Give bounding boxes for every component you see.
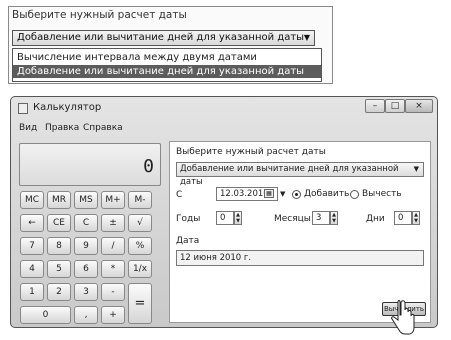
key-divide[interactable]: / bbox=[101, 237, 125, 255]
date-label: Дата bbox=[176, 236, 200, 246]
key-multiply[interactable]: * bbox=[101, 260, 125, 278]
key-plus[interactable]: + bbox=[101, 306, 125, 324]
years-spinner[interactable]: ▲ ▼ bbox=[234, 211, 242, 225]
key-backspace[interactable]: ← bbox=[20, 214, 44, 232]
key-m-minus[interactable]: M- bbox=[128, 191, 152, 209]
result-date-value: 12 июня 2010 г. bbox=[180, 253, 252, 263]
days-label: Дни bbox=[366, 214, 385, 224]
years-label: Годы bbox=[176, 214, 201, 224]
close-button[interactable]: × bbox=[405, 99, 433, 113]
key-0[interactable]: 0 bbox=[20, 306, 71, 324]
key-5[interactable]: 5 bbox=[47, 260, 71, 278]
key-percent[interactable]: % bbox=[128, 237, 152, 255]
calendar-icon[interactable]: ▦ bbox=[264, 189, 274, 198]
key-m-plus[interactable]: M+ bbox=[101, 191, 125, 209]
zoom-option-add-subtract[interactable]: Добавление или вычитание дней для указан… bbox=[13, 65, 321, 78]
subtract-radio[interactable] bbox=[350, 190, 359, 199]
key-7[interactable]: 7 bbox=[20, 237, 44, 255]
key-equals[interactable]: = bbox=[128, 283, 152, 324]
calc-type-value: Добавление или вычитание дней для указан… bbox=[180, 164, 399, 187]
zoom-options-list: Вычисление интервала между двумя датами … bbox=[12, 48, 322, 82]
display-value: 0 bbox=[143, 156, 154, 177]
calc-type-select[interactable]: Добавление или вычитание дней для указан… bbox=[176, 162, 424, 187]
zoom-calc-type-label: Выберите нужный расчет даты bbox=[12, 9, 187, 21]
menu-edit[interactable]: Правка bbox=[45, 123, 79, 133]
days-input[interactable]: 0 bbox=[394, 211, 412, 225]
key-plus-minus[interactable]: ± bbox=[101, 214, 125, 232]
zoom-selected-value: Добавление или вычитание дней для указан… bbox=[17, 32, 305, 43]
key-4[interactable]: 4 bbox=[20, 260, 44, 278]
subtract-radio-label: Вычесть bbox=[362, 189, 402, 199]
minimize-button[interactable]: – bbox=[365, 99, 385, 113]
calculator-display: 0 bbox=[19, 143, 161, 186]
menu-bar: Вид Правка Справка bbox=[15, 123, 433, 137]
chevron-down-icon: ▼ bbox=[303, 33, 310, 42]
chevron-down-icon: ▼ bbox=[413, 165, 419, 173]
from-label: С bbox=[176, 190, 183, 200]
key-1[interactable]: 1 bbox=[20, 283, 44, 301]
calc-type-label: Выберите нужный расчет даты bbox=[176, 147, 326, 157]
key-minus[interactable]: - bbox=[101, 283, 125, 301]
key-sqrt[interactable]: √ bbox=[128, 214, 152, 232]
key-8[interactable]: 8 bbox=[47, 237, 71, 255]
from-date-value: 12.03.2010 bbox=[220, 189, 269, 199]
date-dropdown-arrow-icon[interactable]: ▼ bbox=[280, 190, 285, 198]
key-ce[interactable]: CE bbox=[47, 214, 71, 232]
menu-help[interactable]: Справка bbox=[83, 123, 123, 133]
key-6[interactable]: 6 bbox=[74, 260, 98, 278]
key-mr[interactable]: MR bbox=[47, 191, 71, 209]
days-value: 0 bbox=[398, 213, 404, 223]
mouse-cursor-icon bbox=[391, 300, 415, 335]
key-reciprocal[interactable]: 1/x bbox=[128, 260, 152, 278]
zoom-option-interval[interactable]: Вычисление интервала между двумя датами bbox=[13, 51, 321, 64]
zoom-calc-type-select[interactable]: Добавление или вычитание дней для указан… bbox=[12, 30, 315, 46]
key-decimal[interactable]: , bbox=[74, 306, 98, 324]
months-label: Месяцы bbox=[274, 214, 311, 224]
key-3[interactable]: 3 bbox=[74, 283, 98, 301]
calculator-window: Калькулятор – □ × Вид Правка Справка 0 В… bbox=[10, 96, 438, 328]
maximize-button[interactable]: □ bbox=[385, 99, 405, 113]
months-input[interactable]: 3 bbox=[312, 211, 330, 225]
result-date-field: 12 июня 2010 г. bbox=[176, 250, 424, 266]
days-spinner[interactable]: ▲ ▼ bbox=[412, 211, 420, 225]
months-value: 3 bbox=[316, 213, 322, 223]
window-title: Калькулятор bbox=[33, 102, 102, 113]
years-input[interactable]: 0 bbox=[216, 211, 234, 225]
key-mc[interactable]: MC bbox=[20, 191, 44, 209]
calculator-app-icon bbox=[18, 103, 28, 114]
key-c[interactable]: C bbox=[74, 214, 98, 232]
months-spinner[interactable]: ▲ ▼ bbox=[330, 211, 338, 225]
add-radio[interactable] bbox=[292, 190, 301, 199]
key-9[interactable]: 9 bbox=[74, 237, 98, 255]
date-calculation-panel: Выберите нужный расчет даты Добавление и… bbox=[169, 141, 431, 323]
menu-view[interactable]: Вид bbox=[19, 123, 37, 133]
add-radio-label: Добавить bbox=[304, 189, 350, 199]
years-value: 0 bbox=[220, 213, 226, 223]
key-ms[interactable]: MS bbox=[74, 191, 98, 209]
title-bar[interactable]: Калькулятор – □ × bbox=[11, 97, 437, 119]
key-2[interactable]: 2 bbox=[47, 283, 71, 301]
